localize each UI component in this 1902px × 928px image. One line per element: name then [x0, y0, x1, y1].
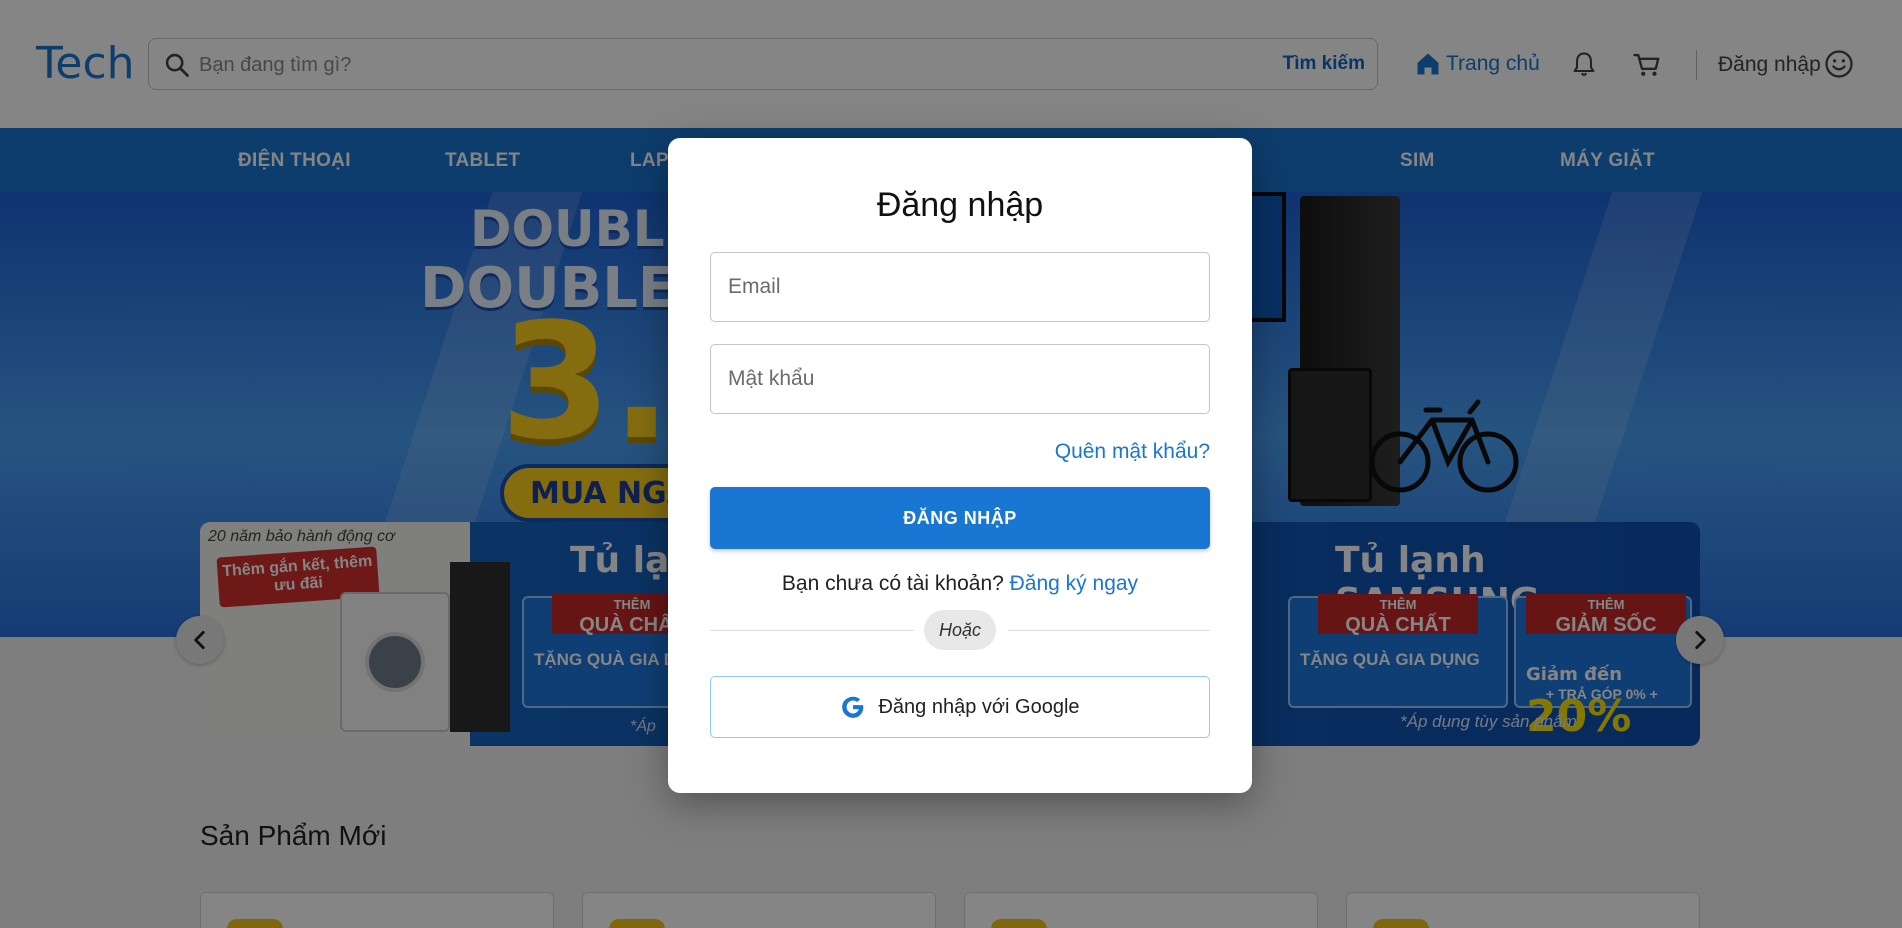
- google-login-button[interactable]: Đăng nhập với Google: [710, 676, 1210, 738]
- login-submit-button[interactable]: ĐĂNG NHẬP: [710, 487, 1210, 549]
- no-account-text: Bạn chưa có tài khoản?: [781, 572, 1004, 595]
- login-modal: Đăng nhập Quên mật khẩu? ĐĂNG NHẬP Bạn c…: [668, 138, 1252, 793]
- google-login-label: Đăng nhập với Google: [878, 695, 1080, 718]
- google-icon: [842, 696, 864, 718]
- signup-prompt: Bạn chưa có tài khoản? Đăng ký ngay: [668, 572, 1252, 596]
- password-field[interactable]: [710, 344, 1210, 414]
- password-input[interactable]: [711, 345, 1209, 413]
- email-input[interactable]: [711, 253, 1209, 321]
- email-field[interactable]: [710, 252, 1210, 322]
- login-modal-title: Đăng nhập: [876, 186, 1044, 224]
- signup-link[interactable]: Đăng ký ngay: [1010, 572, 1138, 595]
- forgot-password-link[interactable]: Quên mật khẩu?: [1055, 440, 1210, 464]
- or-divider-right: [1008, 630, 1210, 631]
- or-separator: Hoặc: [924, 610, 996, 650]
- or-divider-left: [710, 630, 914, 631]
